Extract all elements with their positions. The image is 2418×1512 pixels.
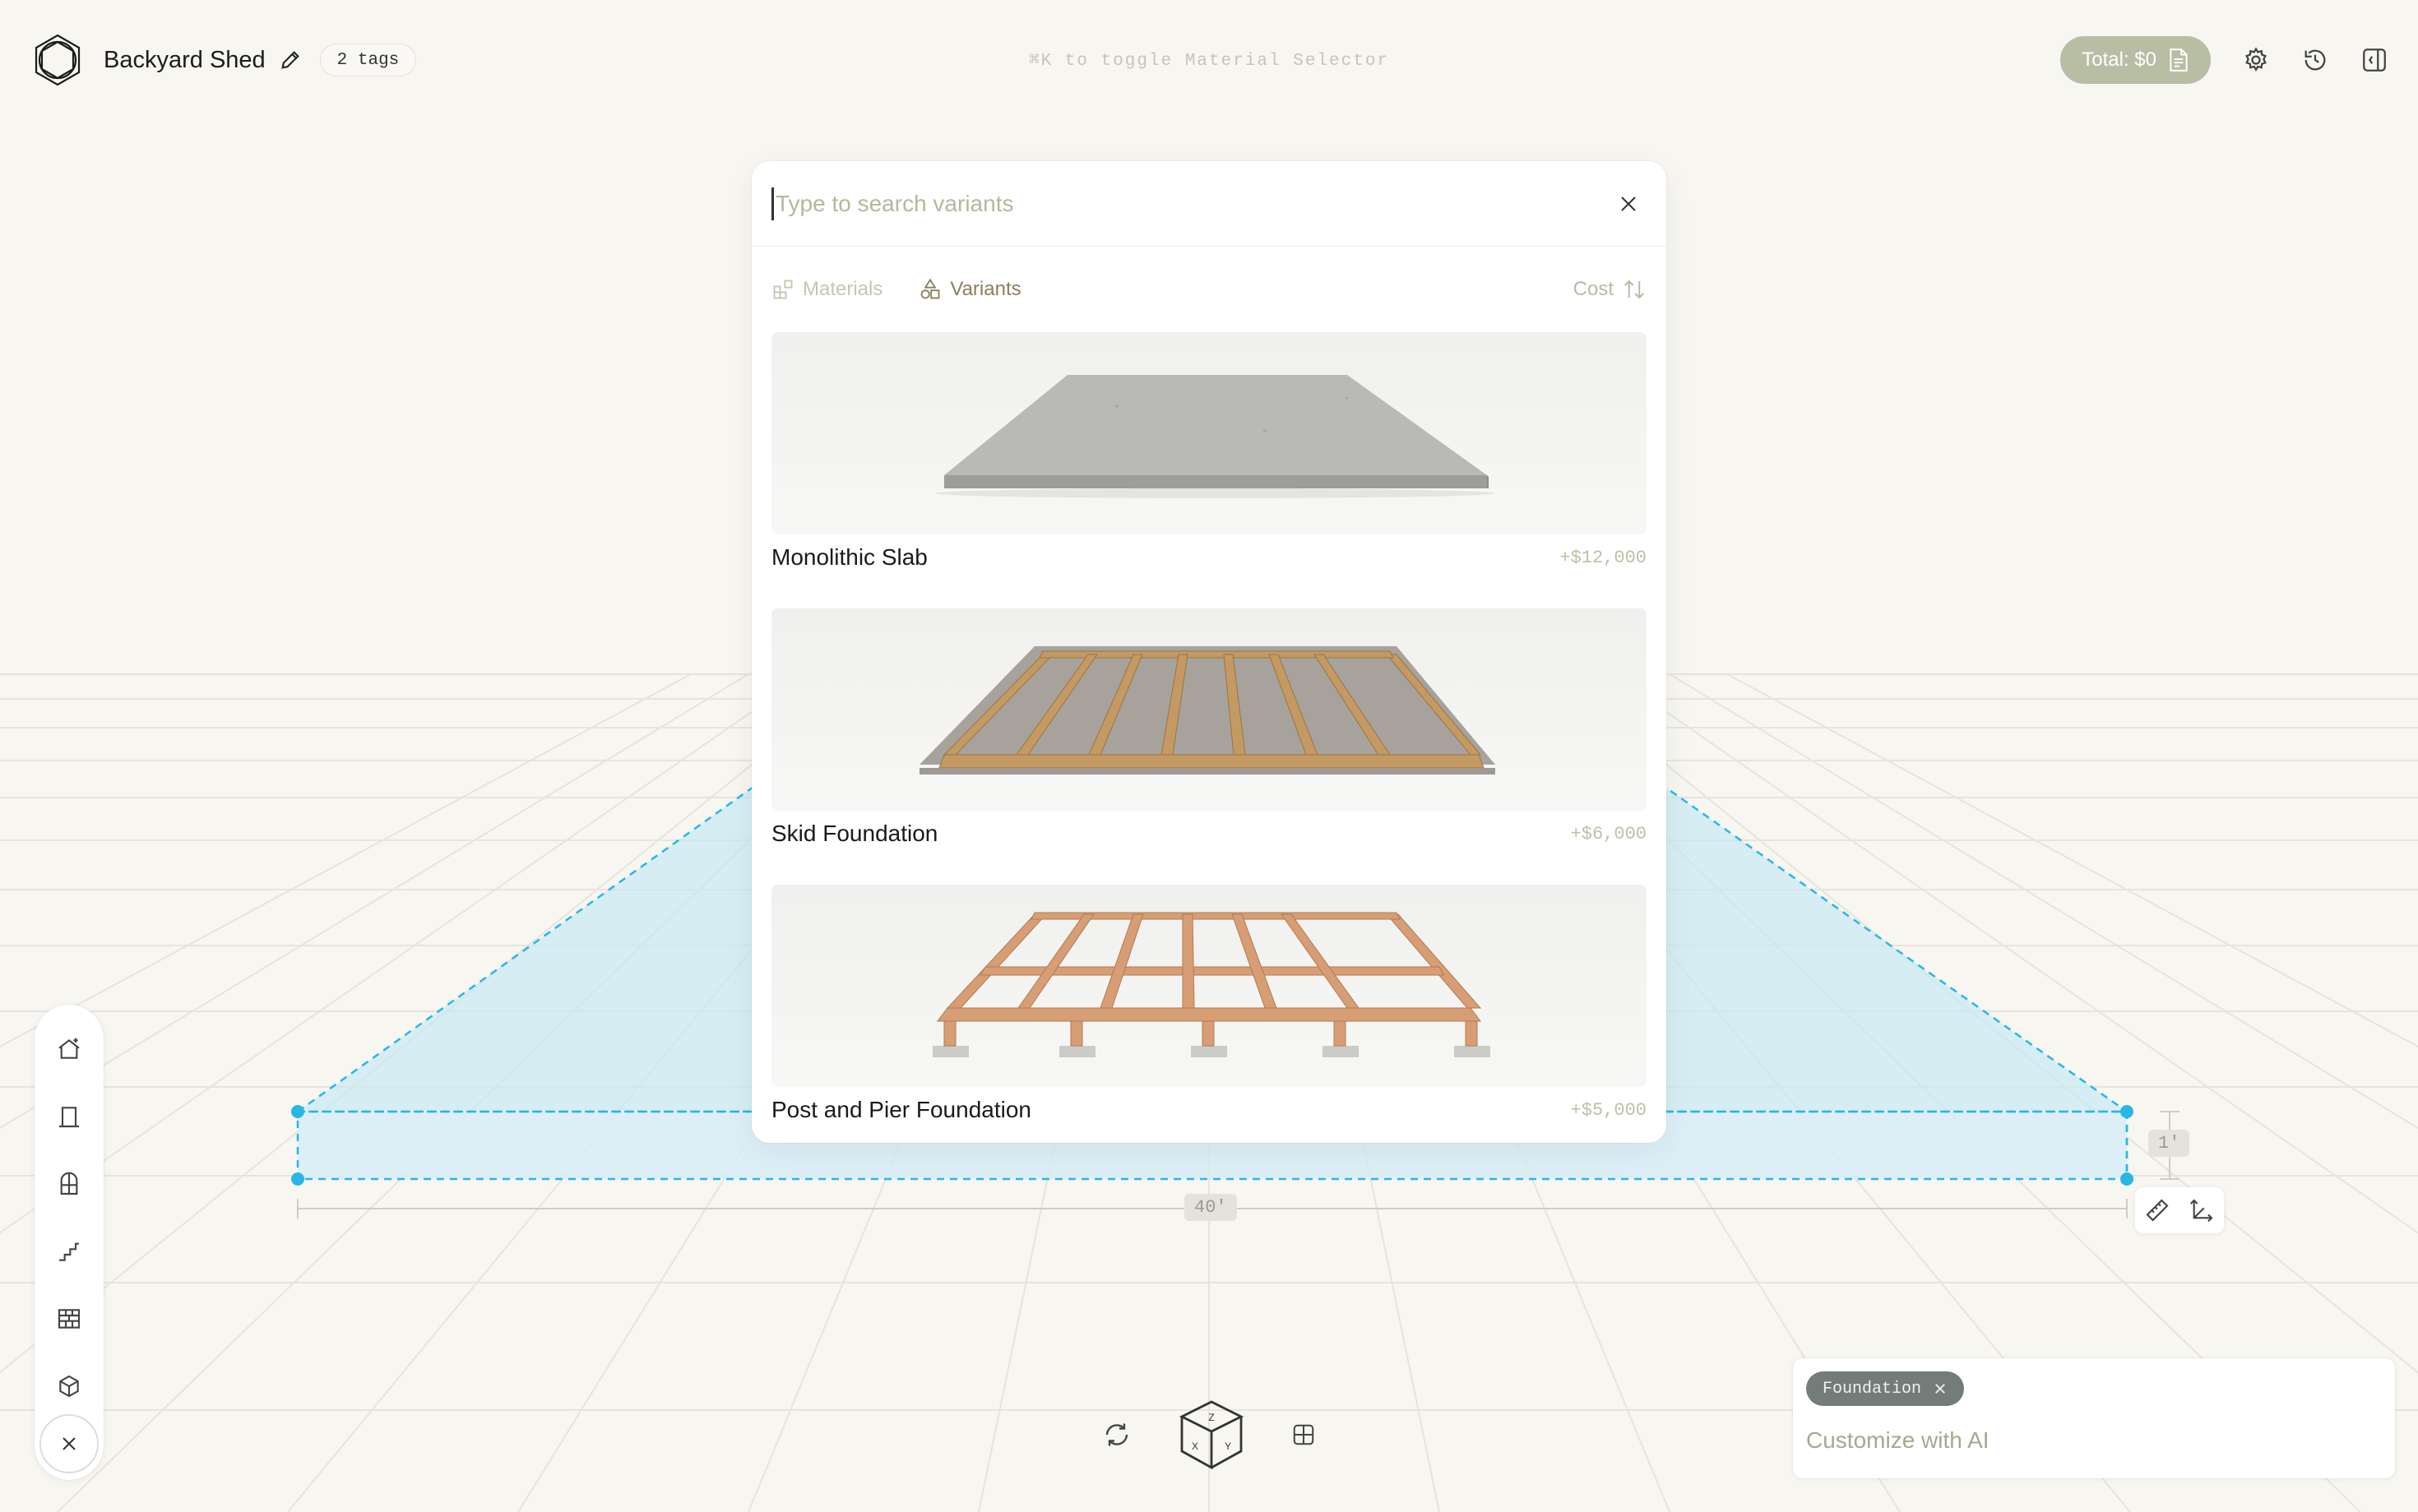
sidebar-toggle-icon[interactable] xyxy=(2360,46,2388,74)
variant-list: Monolithic Slab +$12,000 Skid Foundation… xyxy=(752,332,1666,1133)
tool-wall[interactable] xyxy=(44,1294,94,1343)
cube-icon xyxy=(59,1375,79,1398)
close-modal-button[interactable] xyxy=(1610,186,1647,222)
shapes-icon xyxy=(920,278,940,299)
tab-variants[interactable]: Variants xyxy=(919,278,1021,301)
skid-foundation-image xyxy=(919,646,1495,774)
variant-card-post-and-pier[interactable]: Post and Pier Foundation +$5,000 xyxy=(771,885,1647,1133)
tags-button[interactable]: 2 tags xyxy=(319,44,417,76)
width-dimension-label: 40′ xyxy=(1184,1194,1237,1221)
vertex-handle[interactable] xyxy=(2120,1172,2133,1186)
tab-variants-label: Variants xyxy=(950,278,1021,300)
search-row xyxy=(752,161,1666,247)
height-dimension-label: 1′ xyxy=(2148,1130,2190,1157)
vertex-handle[interactable] xyxy=(291,1172,304,1186)
grid-blocks-icon xyxy=(773,280,793,299)
variant-cost: +$6,000 xyxy=(1570,823,1647,844)
project-title[interactable]: Backyard Shed xyxy=(104,47,266,74)
brick-wall-icon xyxy=(58,1309,81,1329)
concrete-slab-image xyxy=(936,375,1495,498)
header-actions: Total: $0 xyxy=(2060,36,2388,84)
left-toolbar xyxy=(35,1005,104,1480)
history-icon[interactable] xyxy=(2301,46,2329,74)
top-view-grid-icon[interactable] xyxy=(1291,1422,1316,1447)
sort-by-cost-button[interactable]: Cost xyxy=(1573,277,1647,302)
ruler-icon[interactable] xyxy=(2144,1197,2170,1223)
tool-object[interactable] xyxy=(44,1362,94,1411)
vertex-handle[interactable] xyxy=(2120,1105,2133,1118)
pencil-icon[interactable] xyxy=(279,49,302,72)
tool-add-house[interactable] xyxy=(44,1024,94,1074)
tab-materials[interactable]: Materials xyxy=(771,278,882,301)
app-logo[interactable] xyxy=(30,32,86,88)
total-cost-button[interactable]: Total: $0 xyxy=(2060,36,2211,84)
post-pier-foundation-image xyxy=(933,912,1490,1057)
variant-thumbnail xyxy=(771,885,1647,1087)
view-cube-icon[interactable]: Z X Y xyxy=(1172,1395,1251,1474)
sort-arrows-icon xyxy=(1624,280,1644,299)
gear-icon[interactable] xyxy=(2242,46,2270,74)
variant-thumbnail xyxy=(771,332,1647,534)
svg-text:Z: Z xyxy=(1208,1412,1214,1423)
tabs-row: Materials Variants Cost xyxy=(752,247,1666,332)
variant-name: Skid Foundation xyxy=(771,821,938,846)
close-icon xyxy=(1621,196,1636,211)
variant-name: Monolithic Slab xyxy=(771,544,928,570)
variant-card-skid-foundation[interactable]: Skid Foundation +$6,000 xyxy=(771,608,1647,857)
chip-label: Foundation xyxy=(1823,1379,1922,1399)
variant-card-monolithic-slab[interactable]: Monolithic Slab +$12,000 xyxy=(771,332,1647,580)
door-icon xyxy=(59,1107,79,1128)
document-icon xyxy=(2170,49,2188,72)
svg-text:X: X xyxy=(1192,1440,1198,1452)
context-chip-foundation[interactable]: Foundation xyxy=(1806,1371,1965,1406)
close-icon[interactable] xyxy=(1933,1381,1948,1396)
view-controls: Z X Y xyxy=(1102,1389,1316,1480)
close-icon xyxy=(63,1437,76,1450)
variant-thumbnail xyxy=(771,608,1647,811)
vertex-handle[interactable] xyxy=(291,1105,304,1118)
measure-tools xyxy=(2135,1187,2224,1233)
sort-label: Cost xyxy=(1573,278,1614,300)
tab-materials-label: Materials xyxy=(803,278,883,300)
tool-door[interactable] xyxy=(44,1092,94,1141)
search-variants-input[interactable] xyxy=(771,187,1610,220)
variant-cost: +$12,000 xyxy=(1559,547,1647,568)
stairs-icon xyxy=(59,1242,79,1261)
svg-text:Y: Y xyxy=(1225,1440,1231,1452)
orbit-icon[interactable] xyxy=(1102,1420,1132,1450)
toolbar-close-button[interactable] xyxy=(39,1414,99,1473)
variant-cost: +$5,000 xyxy=(1570,1099,1647,1121)
ai-customize-panel: Foundation xyxy=(1793,1358,2395,1478)
variant-name: Post and Pier Foundation xyxy=(771,1097,1031,1122)
customize-ai-input[interactable] xyxy=(1806,1427,2382,1454)
tool-window[interactable] xyxy=(44,1159,94,1209)
window-icon xyxy=(60,1172,78,1195)
keyboard-hint: ⌘K to toggle Material Selector xyxy=(1028,52,1390,71)
project-header: Backyard Shed 2 tags xyxy=(30,30,417,90)
axis-icon[interactable] xyxy=(2189,1197,2215,1223)
house-plus-icon xyxy=(58,1038,80,1059)
tool-stairs[interactable] xyxy=(44,1227,94,1276)
material-selector-modal: Materials Variants Cost xyxy=(752,161,1666,1143)
total-label: Total: $0 xyxy=(2082,49,2156,71)
